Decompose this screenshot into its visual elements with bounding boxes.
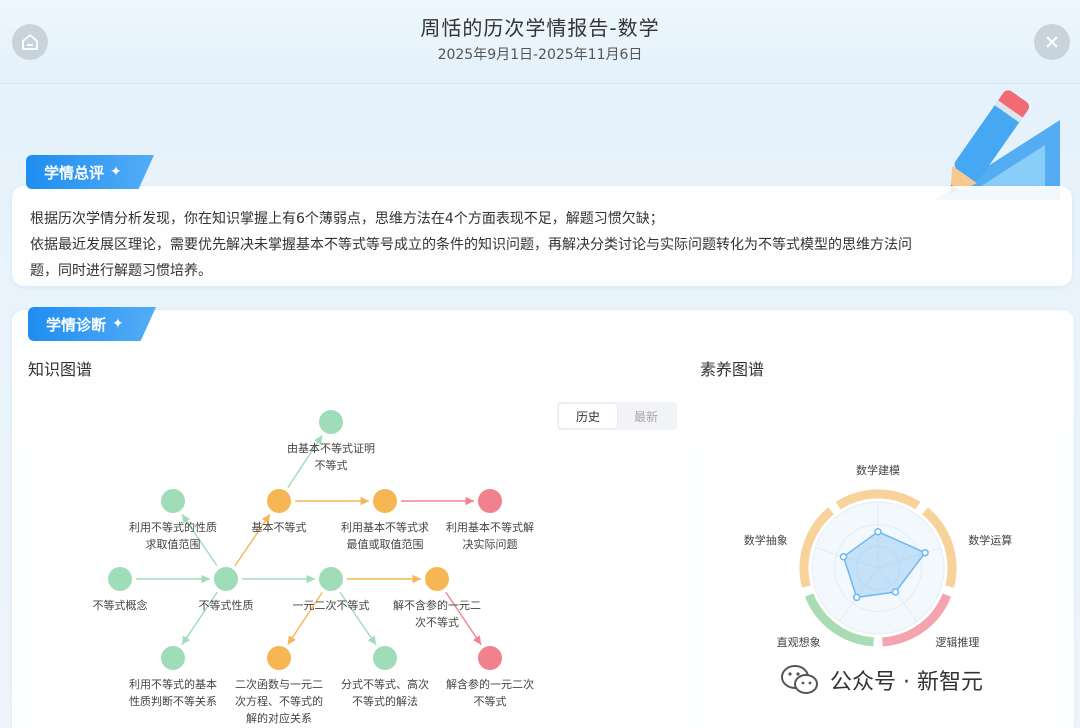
graph-node-label: 由基本不等式证明 xyxy=(287,441,375,455)
page-title: 周恬的历次学情报告-数学 xyxy=(420,16,660,40)
graph-node-n4[interactable] xyxy=(478,489,502,513)
graph-node-label: 不等式 xyxy=(474,694,507,708)
diagnosis-section-label: 学情诊断 xyxy=(46,315,107,334)
header-bar: 周恬的历次学情报告-数学 2025年9月1日-2025年11月6日 xyxy=(0,0,1080,84)
watermark-text: 公众号 · 新智元 xyxy=(830,670,983,695)
literacy-map-title: 素养图谱 xyxy=(700,360,765,379)
summary-card: 根据历次学情分析发现，你在知识掌握上有6个薄弱点，思维方法在4个方面表现不足，解… xyxy=(12,186,1072,286)
knowledge-graph: 由基本不等式证明不等式基本不等式 利用基本不等式求最值或取值范围利用基本不等式解决… xyxy=(93,410,534,725)
graph-node-label: 分式不等式、高次 xyxy=(341,677,429,691)
graph-node-label: 解不含参的一元二 xyxy=(393,598,481,612)
graph-node-n10[interactable] xyxy=(161,646,185,670)
knowledge-map-panel: 由基本不等式证明 不等式 基本不等式 利用基本不等式求 最值或取值范围 利用基本不等式解决… xyxy=(30,392,686,728)
graph-node-n8[interactable] xyxy=(319,567,343,591)
radar-axis-label: 直观想象 xyxy=(777,635,821,649)
summary-section-tag: 学情总评 ✦ xyxy=(26,155,154,189)
graph-node-n6[interactable] xyxy=(108,567,132,591)
history-latest-toggle: 历史 最新 xyxy=(557,402,677,430)
radar-point[interactable] xyxy=(874,527,882,536)
wechat-icon xyxy=(781,665,818,694)
graph-node-n13[interactable] xyxy=(478,646,502,670)
graph-node-label: 求取值范围 xyxy=(146,537,201,551)
sparkle-icon: ✦ xyxy=(110,164,122,180)
graph-node-n11[interactable] xyxy=(267,646,291,670)
graph-node-label: 解的对应关系 xyxy=(246,711,312,725)
radar-axis-label: 逻辑推理 xyxy=(935,635,979,649)
graph-node-label: 基本不等式 xyxy=(252,520,307,534)
report-date-range: 2025年9月1日-2025年11月6日 xyxy=(437,47,643,63)
graph-node-label: 解含参的一元二次 xyxy=(446,677,534,691)
graph-node-label: 不等式概念 xyxy=(93,598,148,612)
sparkle-icon: ✦ xyxy=(112,316,124,332)
graph-node-n12[interactable] xyxy=(373,646,397,670)
radar-point[interactable] xyxy=(839,553,848,561)
graph-node-label: 二次函数与一元二 xyxy=(235,677,323,691)
summary-line: 题，同时进行解题习惯培养。 xyxy=(30,263,212,279)
knowledge-map-title: 知识图谱 xyxy=(28,360,93,379)
graph-node-n5[interactable] xyxy=(161,489,185,513)
radar-point[interactable] xyxy=(852,593,861,602)
summary-text: 根据历次学情分析发现，你在知识掌握上有6个薄弱点，思维方法在4个方面表现不足，解… xyxy=(30,206,1054,284)
graph-node-n2[interactable] xyxy=(267,489,291,513)
graph-node-n9[interactable] xyxy=(425,567,449,591)
toggle-latest[interactable]: 最新 xyxy=(617,404,675,428)
radar-point[interactable] xyxy=(921,548,929,557)
radar-point[interactable] xyxy=(891,588,900,596)
diagnosis-section-tag: 学情诊断 ✦ xyxy=(28,307,156,341)
summary-line: 依据最近发展区理论，需要优先解决未掌握基本不等式等号成立的条件的知识问题，再解决… xyxy=(30,237,912,253)
watermark: 公众号 · 新智元 xyxy=(780,664,983,696)
graph-node-label: 利用基本不等式解 xyxy=(446,520,534,534)
radar-axis-label: 数学运算 xyxy=(968,533,1012,547)
close-button[interactable] xyxy=(1034,24,1070,60)
summary-section-label: 学情总评 xyxy=(44,163,105,182)
graph-node-label: 决实际问题 xyxy=(463,537,518,551)
graph-node-label: 次不等式 xyxy=(415,615,459,629)
graph-node-label: 利用基本不等式求 xyxy=(341,520,429,534)
graph-node-n3[interactable] xyxy=(373,489,397,513)
graph-node-label: 利用不等式的性质 xyxy=(129,520,217,534)
graph-node-n1[interactable] xyxy=(319,410,343,434)
graph-node-label: 不等式性质 xyxy=(199,598,254,612)
graph-node-n7[interactable] xyxy=(214,567,238,591)
graph-node-label: 最值或取值范围 xyxy=(347,537,424,551)
summary-line: 根据历次学情分析发现，你在知识掌握上有6个薄弱点，思维方法在4个方面表现不足，解… xyxy=(30,211,664,227)
graph-node-label: 不等式 xyxy=(315,458,348,472)
graph-node-label: 利用不等式的基本 xyxy=(129,677,217,691)
graph-node-label: 不等式的解法 xyxy=(352,694,418,708)
radar-axis-label: 数学建模 xyxy=(856,463,900,477)
graph-node-label: 一元二次不等式 xyxy=(293,598,370,612)
close-icon xyxy=(1046,36,1058,48)
toggle-history[interactable]: 历史 xyxy=(559,404,617,428)
radar-axis-label: 数学抽象 xyxy=(744,533,788,547)
graph-node-label: 次方程、不等式的 xyxy=(235,694,323,708)
graph-node-label: 性质判断不等关系 xyxy=(129,694,217,708)
